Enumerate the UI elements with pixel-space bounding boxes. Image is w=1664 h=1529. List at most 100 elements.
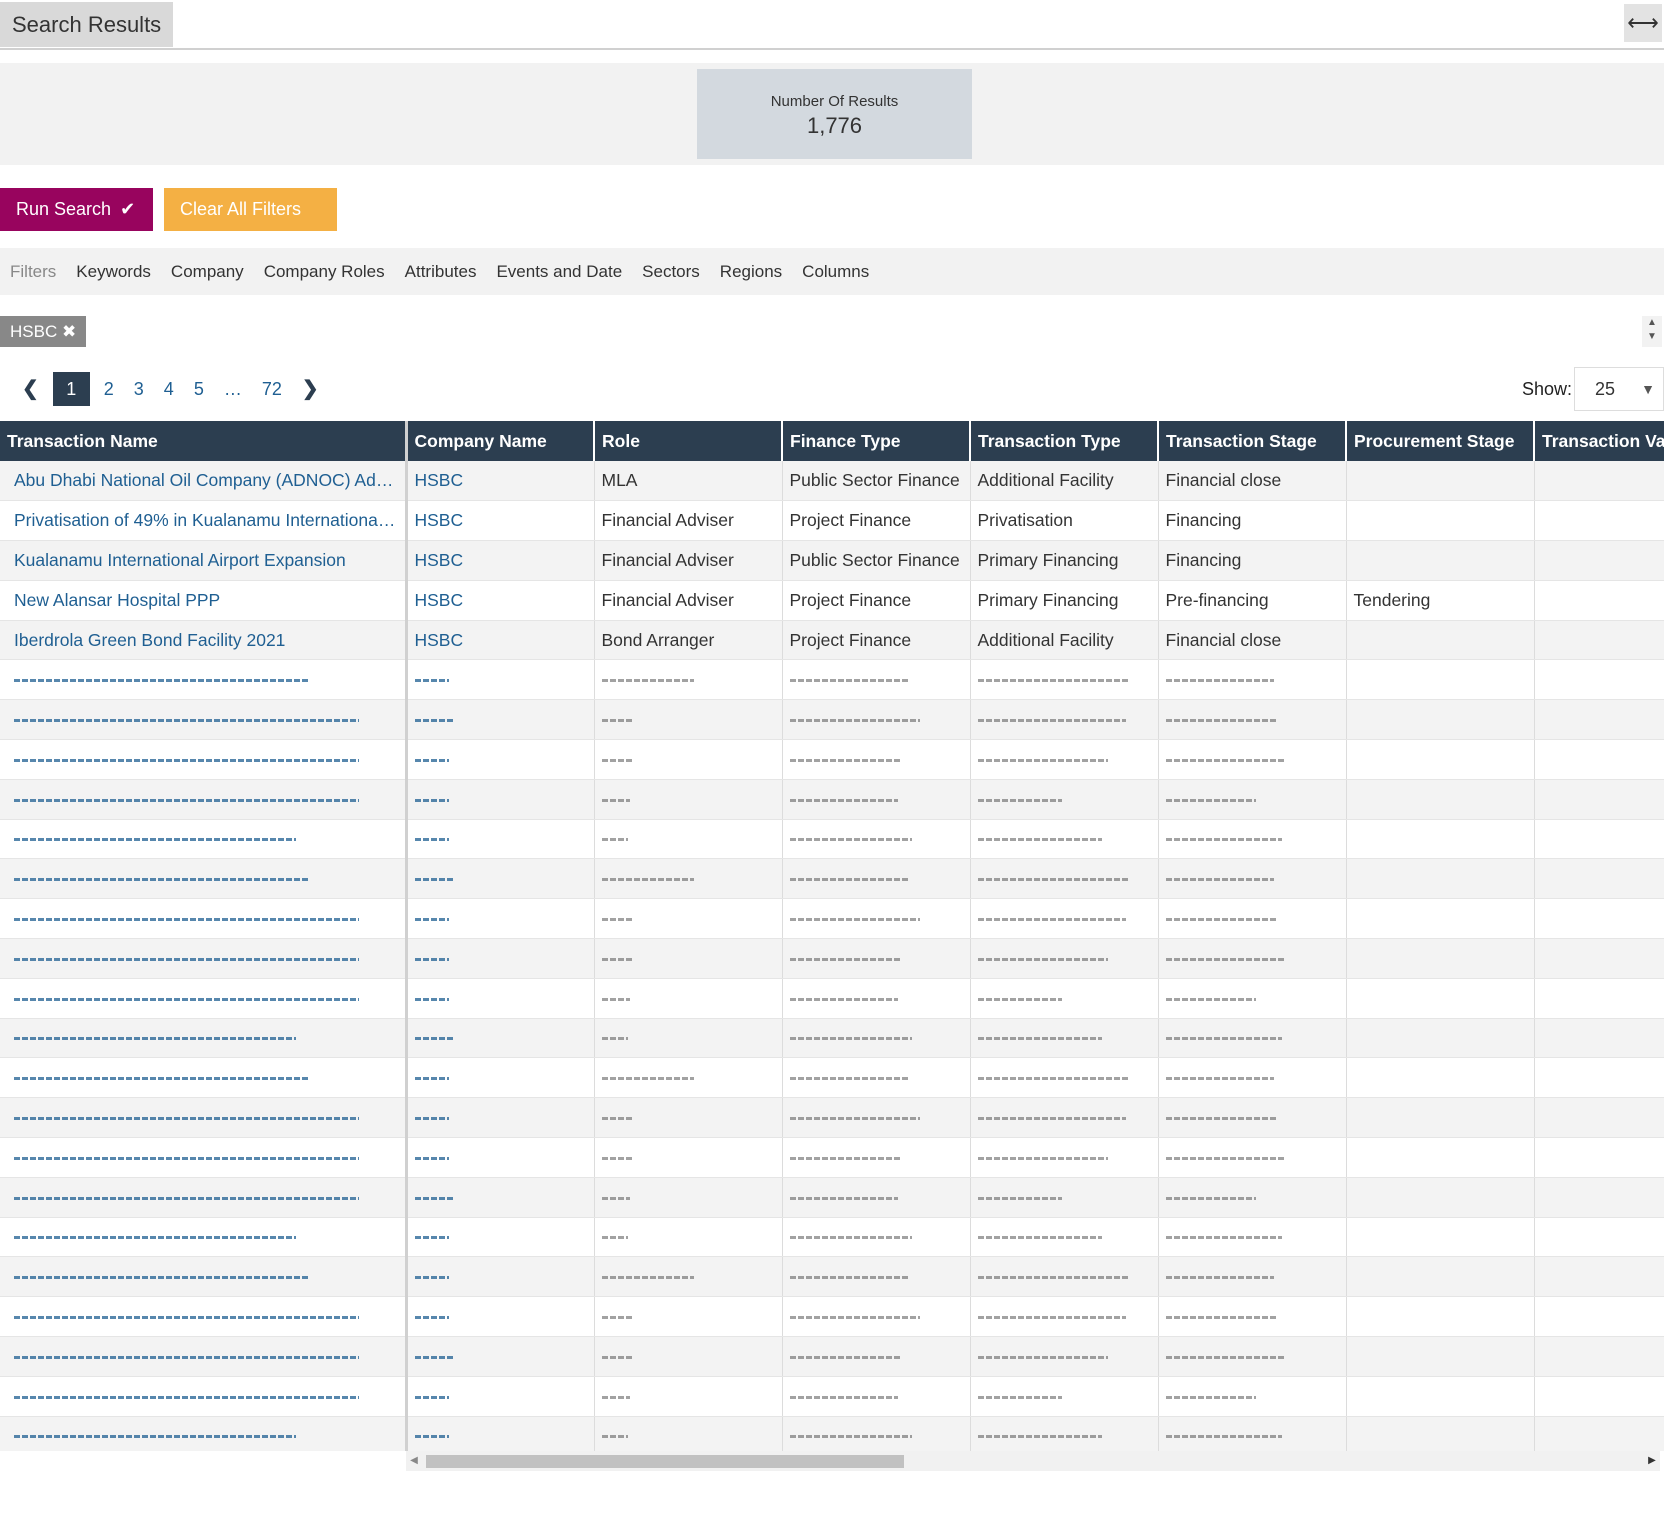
col-role[interactable]: Role xyxy=(594,421,783,461)
cell-transaction-name[interactable]: Abu Dhabi National Oil Company (ADNOC) A… xyxy=(0,461,408,502)
redacted-cell[interactable] xyxy=(0,1137,408,1178)
scroll-right-icon[interactable]: ▶ xyxy=(1644,1451,1660,1471)
redacted-cell[interactable] xyxy=(406,819,595,860)
cell-company-name[interactable]: HSBC xyxy=(406,620,595,661)
redacted-cell[interactable] xyxy=(406,1177,595,1218)
table-row-redacted[interactable] xyxy=(0,1256,1664,1298)
redacted-cell[interactable] xyxy=(0,1097,408,1139)
tab-company[interactable]: Company xyxy=(171,262,244,282)
redacted-cell[interactable] xyxy=(0,858,408,900)
redacted-cell[interactable] xyxy=(0,1217,408,1258)
tab-columns[interactable]: Columns xyxy=(802,262,869,282)
next-page-icon[interactable]: ❯ xyxy=(292,372,329,406)
table-row-redacted[interactable] xyxy=(0,819,1664,860)
table-row-redacted[interactable] xyxy=(0,739,1664,780)
table-row[interactable]: New Alansar Hospital PPP HSBC Financial Ad… xyxy=(0,580,1664,621)
redacted-cell[interactable] xyxy=(0,978,408,1019)
expand-icon[interactable]: ⟷ xyxy=(1624,4,1662,42)
table-row-redacted[interactable] xyxy=(0,779,1664,820)
table-row-redacted[interactable] xyxy=(0,1057,1664,1099)
redacted-cell[interactable] xyxy=(406,978,595,1019)
redacted-cell[interactable] xyxy=(0,1376,408,1417)
redacted-cell[interactable] xyxy=(0,819,408,860)
redacted-cell[interactable] xyxy=(0,1416,408,1451)
table-row-redacted[interactable] xyxy=(0,1296,1664,1338)
tab-sectors[interactable]: Sectors xyxy=(642,262,700,282)
redacted-cell[interactable] xyxy=(0,739,408,780)
col-procurement-stage[interactable]: Procurement Stage xyxy=(1346,421,1535,461)
cell-company-name[interactable]: HSBC xyxy=(406,500,595,542)
table-row[interactable]: Abu Dhabi National Oil Company (ADNOC) A… xyxy=(0,461,1664,502)
redacted-cell[interactable] xyxy=(0,938,408,979)
redacted-cell[interactable] xyxy=(406,699,595,741)
table-row-redacted[interactable] xyxy=(0,898,1664,940)
run-search-button[interactable]: Run Search ✔ xyxy=(0,188,153,231)
col-transaction-stage[interactable]: Transaction Stage xyxy=(1158,421,1347,461)
table-row-redacted[interactable] xyxy=(0,1018,1664,1059)
cell-transaction-name[interactable]: New Alansar Hospital PPP xyxy=(0,580,408,621)
redacted-cell[interactable] xyxy=(406,1097,595,1139)
redacted-cell[interactable] xyxy=(0,898,408,940)
redacted-cell[interactable] xyxy=(0,1177,408,1218)
tab-company-roles[interactable]: Company Roles xyxy=(264,262,385,282)
chip-scroll-icon[interactable]: ▲ ▼ xyxy=(1642,316,1662,347)
scroll-left-icon[interactable]: ◀ xyxy=(406,1451,422,1471)
clear-all-filters-button[interactable]: Clear All Filters ✖ xyxy=(164,188,337,262)
table-row[interactable]: Kualanamu International Airport Expansio… xyxy=(0,540,1664,581)
page-link-2[interactable]: 2 xyxy=(94,372,124,406)
table-row-redacted[interactable] xyxy=(0,1177,1664,1218)
table-row-redacted[interactable] xyxy=(0,1097,1664,1139)
horizontal-scrollbar[interactable]: ◀ ▶ xyxy=(406,1451,1660,1471)
cell-transaction-name[interactable]: Kualanamu International Airport Expansio… xyxy=(0,540,408,581)
table-row-redacted[interactable] xyxy=(0,1336,1664,1377)
redacted-cell[interactable] xyxy=(406,739,595,780)
cell-company-name[interactable]: HSBC xyxy=(406,580,595,621)
redacted-cell[interactable] xyxy=(406,938,595,979)
filter-chip-hsbc[interactable]: HSBC ✖ xyxy=(0,316,87,347)
scrollbar-thumb[interactable] xyxy=(426,1455,904,1468)
tab-keywords[interactable]: Keywords xyxy=(76,262,151,282)
remove-filter-icon[interactable]: ✖ xyxy=(62,322,76,341)
table-row-redacted[interactable] xyxy=(0,978,1664,1019)
table-row-redacted[interactable] xyxy=(0,1137,1664,1178)
redacted-cell[interactable] xyxy=(406,1256,595,1298)
redacted-cell[interactable] xyxy=(0,779,408,820)
redacted-cell[interactable] xyxy=(406,659,595,701)
redacted-cell[interactable] xyxy=(406,1018,595,1059)
cell-transaction-name[interactable]: Iberdrola Green Bond Facility 2021 xyxy=(0,620,408,661)
redacted-cell[interactable] xyxy=(406,898,595,940)
table-row-redacted[interactable] xyxy=(0,938,1664,979)
redacted-cell[interactable] xyxy=(0,1057,408,1099)
redacted-cell[interactable] xyxy=(0,659,408,701)
table-row-redacted[interactable] xyxy=(0,1376,1664,1417)
page-link-4[interactable]: 4 xyxy=(154,372,184,406)
redacted-cell[interactable] xyxy=(0,1018,408,1059)
tab-events-and-date[interactable]: Events and Date xyxy=(496,262,622,282)
redacted-cell[interactable] xyxy=(406,1057,595,1099)
redacted-cell[interactable] xyxy=(0,1336,408,1377)
page-link-3[interactable]: 3 xyxy=(124,372,154,406)
table-row[interactable]: Iberdrola Green Bond Facility 2021 HSBC Bo… xyxy=(0,620,1664,661)
redacted-cell[interactable] xyxy=(0,699,408,741)
redacted-cell[interactable] xyxy=(406,1336,595,1377)
redacted-cell[interactable] xyxy=(0,1296,408,1338)
col-finance-type[interactable]: Finance Type xyxy=(782,421,971,461)
page-link-5[interactable]: 5 xyxy=(184,372,214,406)
table-row-redacted[interactable] xyxy=(0,1416,1664,1451)
table-row[interactable]: Privatisation of 49% in Kualanamu Intern… xyxy=(0,500,1664,542)
page-link-1[interactable]: 1 xyxy=(52,372,90,406)
page-size-select[interactable]: 25 ▼ xyxy=(1574,367,1664,411)
cell-company-name[interactable]: HSBC xyxy=(406,461,595,502)
col-transaction-name[interactable]: Transaction Name xyxy=(0,421,408,461)
redacted-cell[interactable] xyxy=(406,1296,595,1338)
col-company-name[interactable]: Company Name xyxy=(406,421,595,461)
table-row-redacted[interactable] xyxy=(0,1217,1664,1258)
redacted-cell[interactable] xyxy=(0,1256,408,1298)
cell-company-name[interactable]: HSBC xyxy=(406,540,595,581)
redacted-cell[interactable] xyxy=(406,858,595,900)
table-row-redacted[interactable] xyxy=(0,659,1664,701)
table-row-redacted[interactable] xyxy=(0,699,1664,741)
redacted-cell[interactable] xyxy=(406,1416,595,1451)
redacted-cell[interactable] xyxy=(406,779,595,820)
table-row-redacted[interactable] xyxy=(0,858,1664,900)
